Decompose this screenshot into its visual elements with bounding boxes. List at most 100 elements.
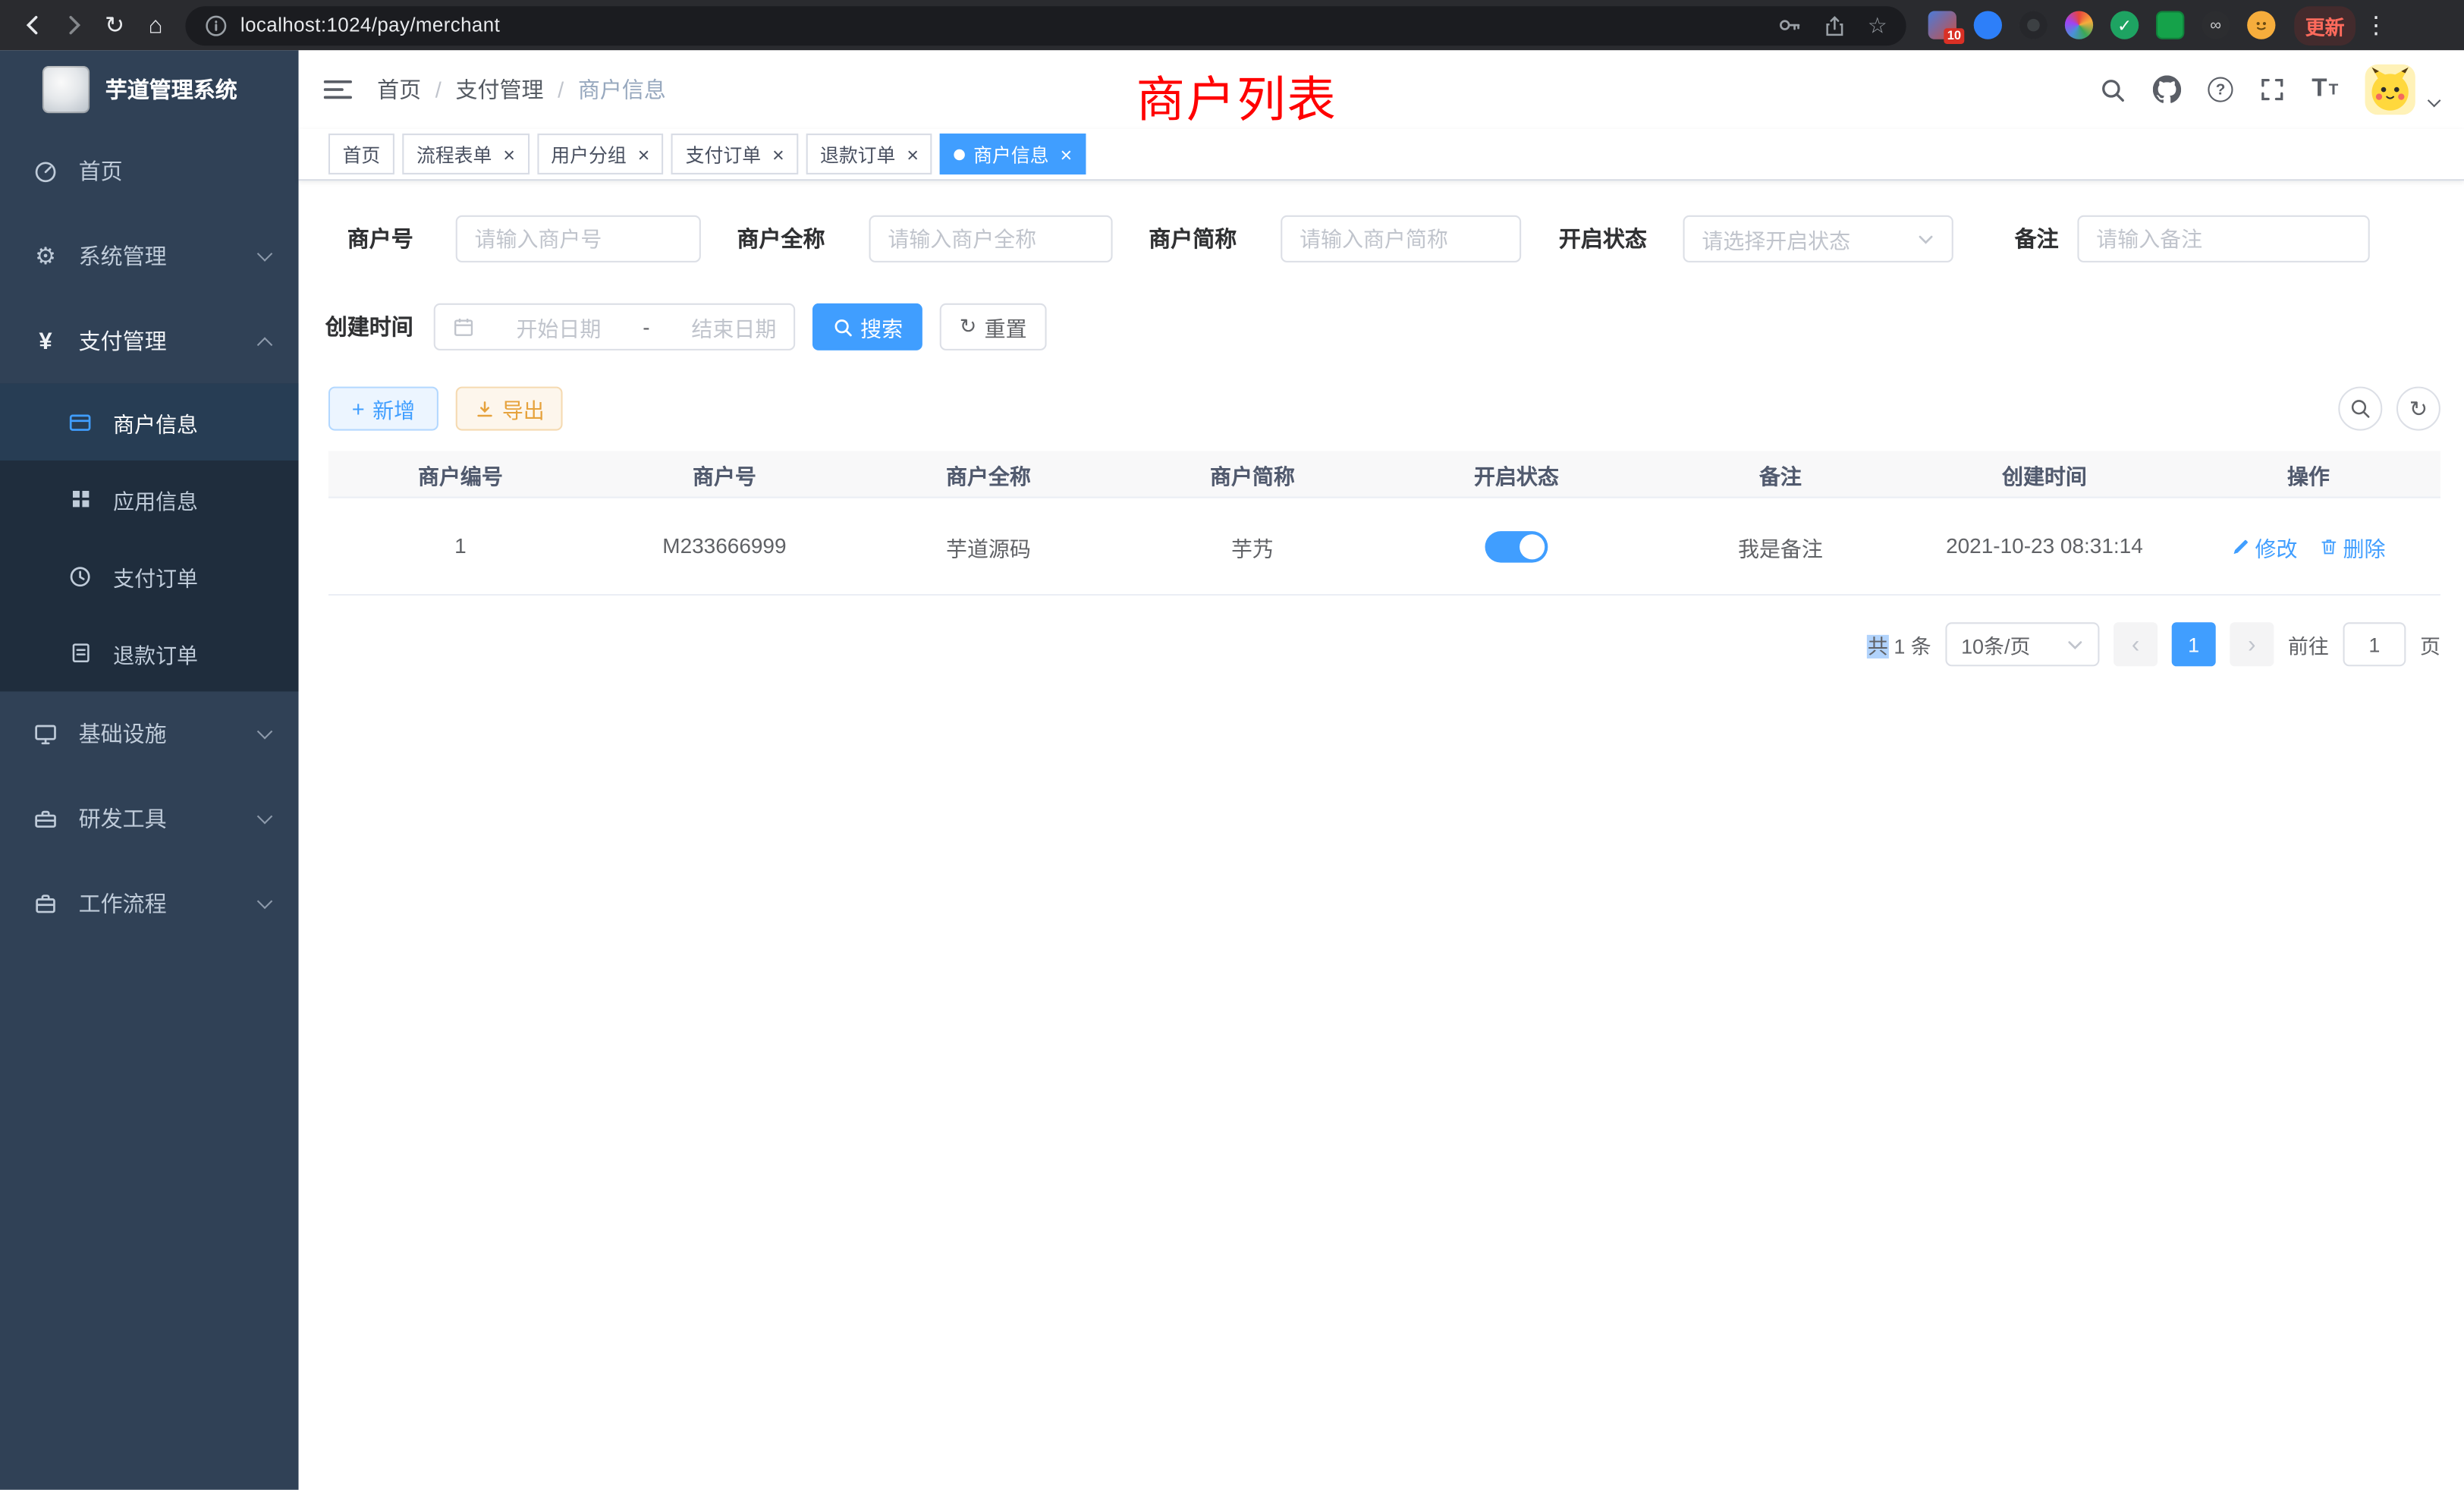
site-info-icon[interactable] — [204, 14, 228, 37]
sidebar-item-home[interactable]: 首页 — [0, 129, 299, 214]
sidebar-item-refund-order[interactable]: 退款订单 — [0, 615, 299, 692]
close-icon[interactable]: × — [907, 144, 919, 165]
tab-user-group[interactable]: 用户分组× — [537, 134, 664, 174]
user-avatar[interactable] — [2365, 64, 2415, 115]
sidebar-item-merchant-info[interactable]: 商户信息 — [0, 383, 299, 461]
breadcrumb-current: 商户信息 — [578, 74, 666, 105]
extension-drop-icon[interactable] — [1974, 11, 2002, 39]
extension-puzzle-icon[interactable]: 10 — [1928, 11, 1956, 39]
search-icon[interactable] — [2100, 76, 2126, 102]
toolbox-icon — [31, 806, 59, 831]
extension-check-icon[interactable]: ✓ — [2110, 11, 2139, 39]
tab-process-form[interactable]: 流程表单× — [402, 134, 529, 174]
breadcrumb: 首页 / 支付管理 / 商户信息 — [377, 74, 666, 105]
reload-icon[interactable]: ↻ — [94, 5, 135, 46]
tab-merchant-info[interactable]: 商户信息× — [941, 134, 1086, 174]
share-icon[interactable] — [1824, 14, 1847, 37]
tab-payment-order[interactable]: 支付订单× — [671, 134, 798, 174]
sidebar-toggle-icon[interactable] — [324, 77, 352, 102]
grid-icon — [66, 487, 94, 511]
full-name-input[interactable] — [869, 215, 1113, 262]
close-icon[interactable]: × — [637, 144, 649, 165]
close-icon[interactable]: × — [503, 144, 515, 165]
remark-label: 备注 — [1964, 215, 2058, 262]
forward-icon[interactable] — [53, 5, 94, 46]
extension-colorwheel-icon[interactable] — [2065, 11, 2093, 39]
browser-menu-icon[interactable]: ⋮ — [2356, 5, 2396, 46]
home-icon[interactable]: ⌂ — [135, 5, 176, 46]
pencil-icon — [2231, 536, 2250, 555]
sidebar-item-workflow[interactable]: 工作流程 — [0, 861, 299, 946]
sidebar-item-payment[interactable]: ¥ 支付管理 — [0, 299, 299, 384]
breadcrumb-payment[interactable]: 支付管理 — [455, 74, 543, 105]
cell-create-time: 2021-10-23 08:31:14 — [1912, 534, 2176, 558]
next-page-button[interactable]: › — [2230, 622, 2274, 666]
trash-icon — [2319, 536, 2338, 555]
toggle-search-icon-button[interactable] — [2338, 387, 2382, 431]
password-key-icon[interactable] — [1778, 13, 1803, 38]
short-name-input[interactable] — [1281, 215, 1521, 262]
add-button[interactable]: + 新增 — [328, 387, 438, 431]
close-icon[interactable]: × — [1060, 144, 1072, 165]
status-label: 开启状态 — [1553, 215, 1647, 262]
app-logo: 芋道管理系统 — [0, 50, 299, 129]
date-end-placeholder: 结束日期 — [691, 311, 776, 342]
chevron-down-icon — [257, 893, 273, 909]
page-content: 商户号 商户全称 商户简称 开启状态 请选择开启状态 备注 创建时间 — [299, 181, 2464, 1490]
tab-home[interactable]: 首页 — [328, 134, 394, 174]
cell-merchant-no: M233666999 — [592, 534, 856, 558]
extension-knot-icon[interactable]: ∞ — [2202, 11, 2230, 39]
sidebar-item-app-info[interactable]: 应用信息 — [0, 461, 299, 538]
extension-green-square-icon[interactable] — [2156, 11, 2184, 39]
sidebar-item-infrastructure[interactable]: 基础设施 — [0, 691, 299, 776]
extension-dark-icon[interactable] — [2019, 11, 2048, 39]
app-title: 芋道管理系统 — [105, 74, 237, 105]
remark-input[interactable] — [2077, 215, 2369, 262]
sidebar-item-payment-order[interactable]: 支付订单 — [0, 537, 299, 614]
back-icon[interactable] — [13, 5, 54, 46]
cell-remark: 我是备注 — [1648, 530, 1912, 561]
goto-page-input[interactable] — [2343, 622, 2406, 666]
extensions-area: 10 ✓ ∞ — [1928, 11, 2276, 39]
status-select[interactable]: 请选择开启状态 — [1683, 215, 1953, 262]
help-icon[interactable]: ? — [2208, 77, 2233, 102]
export-button[interactable]: 导出 — [456, 387, 563, 431]
chevron-down-icon — [257, 723, 273, 739]
user-dropdown-caret-icon[interactable] — [2428, 94, 2441, 108]
chevron-down-icon — [1917, 230, 1934, 247]
create-time-label: 创建时间 — [319, 303, 413, 350]
monitor-icon — [31, 721, 59, 747]
logo-avatar — [42, 66, 90, 113]
fullscreen-icon[interactable] — [2260, 77, 2285, 102]
browser-update-button[interactable]: 更新 — [2294, 5, 2356, 45]
sidebar-item-system[interactable]: ⚙ 系统管理 — [0, 214, 299, 299]
tab-refund-order[interactable]: 退款订单× — [806, 134, 932, 174]
plus-icon: + — [352, 396, 365, 421]
screenshot-root: ↻ ⌂ localhost:1024/pay/merchant ☆ 10 — [0, 0, 2464, 1490]
edit-link[interactable]: 修改 — [2231, 530, 2297, 561]
page-1-button[interactable]: 1 — [2172, 622, 2216, 666]
sidebar-item-devtools[interactable]: 研发工具 — [0, 776, 299, 861]
extension-badge: 10 — [1944, 28, 1965, 44]
reset-button[interactable]: ↻ 重置 — [940, 303, 1047, 350]
card-icon — [66, 410, 94, 435]
prev-page-button[interactable]: ‹ — [2114, 622, 2158, 666]
address-bar[interactable]: localhost:1024/pay/merchant ☆ — [185, 5, 1906, 45]
page-size-select[interactable]: 10条/页 — [1945, 622, 2099, 666]
font-size-icon[interactable]: TT — [2312, 75, 2338, 103]
search-button[interactable]: 搜索 — [812, 303, 922, 350]
profile-avatar-icon[interactable] — [2247, 11, 2275, 39]
briefcase-icon — [31, 891, 59, 916]
table-row: 1 M233666999 芋道源码 芋艿 我是备注 2021-10-23 08:… — [328, 498, 2440, 596]
breadcrumb-home[interactable]: 首页 — [377, 74, 421, 105]
status-toggle[interactable] — [1485, 530, 1548, 561]
refresh-table-icon-button[interactable]: ↻ — [2396, 387, 2440, 431]
merchant-no-input[interactable] — [456, 215, 701, 262]
delete-link[interactable]: 删除 — [2319, 530, 2385, 561]
chevron-up-icon — [257, 336, 273, 352]
github-icon[interactable] — [2153, 75, 2181, 103]
bookmark-star-icon[interactable]: ☆ — [1868, 12, 1887, 39]
create-time-range-picker[interactable]: 开始日期 - 结束日期 — [434, 303, 795, 350]
close-icon[interactable]: × — [772, 144, 784, 165]
chevron-down-icon — [2066, 636, 2084, 653]
